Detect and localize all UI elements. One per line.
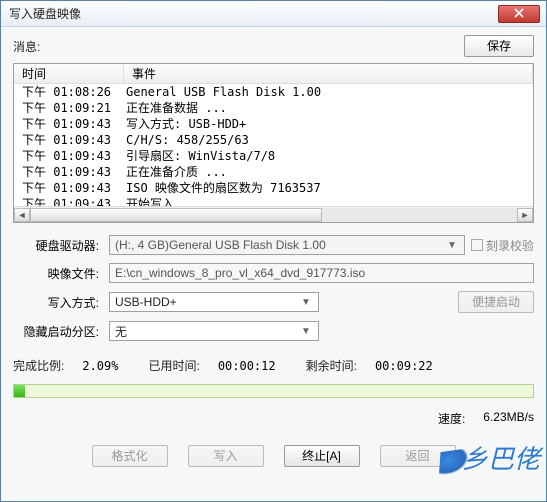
- close-icon: [514, 8, 524, 18]
- scroll-right-icon[interactable]: ►: [517, 208, 533, 222]
- verify-checkbox[interactable]: 刻录校验: [471, 237, 534, 254]
- log-col-time[interactable]: 时间: [14, 64, 124, 83]
- chevron-down-icon: ▼: [445, 240, 459, 251]
- done-value: 2.09%: [82, 359, 118, 373]
- log-row: 下午 01:08:26General USB Flash Disk 1.00: [14, 84, 533, 100]
- chevron-down-icon: ▼: [299, 297, 313, 308]
- content-area: 消息: 保存 时间 事件 下午 01:08:26General USB Flas…: [1, 27, 546, 501]
- log-body[interactable]: 下午 01:08:26General USB Flash Disk 1.00 下…: [14, 84, 533, 206]
- hidden-partition-value: 无: [115, 323, 127, 340]
- write-method-label: 写入方式:: [13, 294, 103, 311]
- write-button[interactable]: 写入: [188, 445, 264, 467]
- write-method-select[interactable]: USB-HDD+ ▼: [109, 292, 319, 312]
- main-window: 写入硬盘映像 消息: 保存 时间 事件 下午 01:08:26General U…: [0, 0, 547, 502]
- drive-value: (H:, 4 GB)General USB Flash Disk 1.00: [115, 238, 326, 252]
- drive-label: 硬盘驱动器:: [13, 237, 103, 254]
- log-row: 下午 01:09:43正在准备介质 ...: [14, 164, 533, 180]
- hidden-partition-label: 隐藏启动分区:: [13, 323, 103, 340]
- speed-label: 速度:: [438, 410, 465, 427]
- window-title: 写入硬盘映像: [9, 5, 498, 22]
- image-label: 映像文件:: [13, 265, 103, 282]
- progress-bar: [13, 384, 534, 398]
- back-button[interactable]: 返回: [380, 445, 456, 467]
- speed-value: 6.23MB/s: [483, 410, 534, 427]
- messages-label: 消息:: [13, 38, 40, 55]
- remain-label: 剩余时间:: [306, 357, 357, 374]
- close-button[interactable]: [498, 5, 540, 23]
- drive-select[interactable]: (H:, 4 GB)General USB Flash Disk 1.00 ▼: [109, 235, 465, 255]
- log-row: 下午 01:09:21正在准备数据 ...: [14, 100, 533, 116]
- log-col-event[interactable]: 事件: [124, 64, 533, 83]
- log-panel: 时间 事件 下午 01:08:26General USB Flash Disk …: [13, 63, 534, 223]
- log-row: 下午 01:09:43开始写入 ...: [14, 196, 533, 206]
- image-path-input[interactable]: E:\cn_windows_8_pro_vl_x64_dvd_917773.is…: [109, 263, 534, 283]
- stats-row: 完成比例: 2.09% 已用时间: 00:00:12 剩余时间: 00:09:2…: [13, 357, 534, 374]
- chevron-down-icon: ▼: [299, 326, 313, 337]
- image-value: E:\cn_windows_8_pro_vl_x64_dvd_917773.is…: [115, 266, 365, 280]
- elapsed-value: 00:00:12: [218, 359, 276, 373]
- hidden-partition-select[interactable]: 无 ▼: [109, 321, 319, 341]
- write-method-value: USB-HDD+: [115, 295, 177, 309]
- save-button[interactable]: 保存: [464, 35, 534, 57]
- log-row: 下午 01:09:43写入方式: USB-HDD+: [14, 116, 533, 132]
- scroll-thumb[interactable]: [30, 208, 322, 222]
- quickboot-button[interactable]: 便捷启动: [458, 291, 534, 313]
- horizontal-scrollbar[interactable]: ◄ ►: [14, 206, 533, 222]
- progress-fill: [14, 385, 25, 397]
- checkbox-icon: [471, 239, 483, 251]
- elapsed-label: 已用时间:: [148, 357, 199, 374]
- titlebar[interactable]: 写入硬盘映像: [1, 1, 546, 27]
- log-header: 时间 事件: [14, 64, 533, 84]
- scroll-left-icon[interactable]: ◄: [14, 208, 30, 222]
- log-row: 下午 01:09:43C/H/S: 458/255/63: [14, 132, 533, 148]
- done-label: 完成比例:: [13, 357, 64, 374]
- remain-value: 00:09:22: [375, 359, 433, 373]
- format-button[interactable]: 格式化: [92, 445, 168, 467]
- scroll-track[interactable]: [30, 208, 517, 222]
- log-row: 下午 01:09:43引导扇区: WinVista/7/8: [14, 148, 533, 164]
- verify-label: 刻录校验: [486, 237, 534, 254]
- abort-button[interactable]: 终止[A]: [284, 445, 360, 467]
- log-row: 下午 01:09:43ISO 映像文件的扇区数为 7163537: [14, 180, 533, 196]
